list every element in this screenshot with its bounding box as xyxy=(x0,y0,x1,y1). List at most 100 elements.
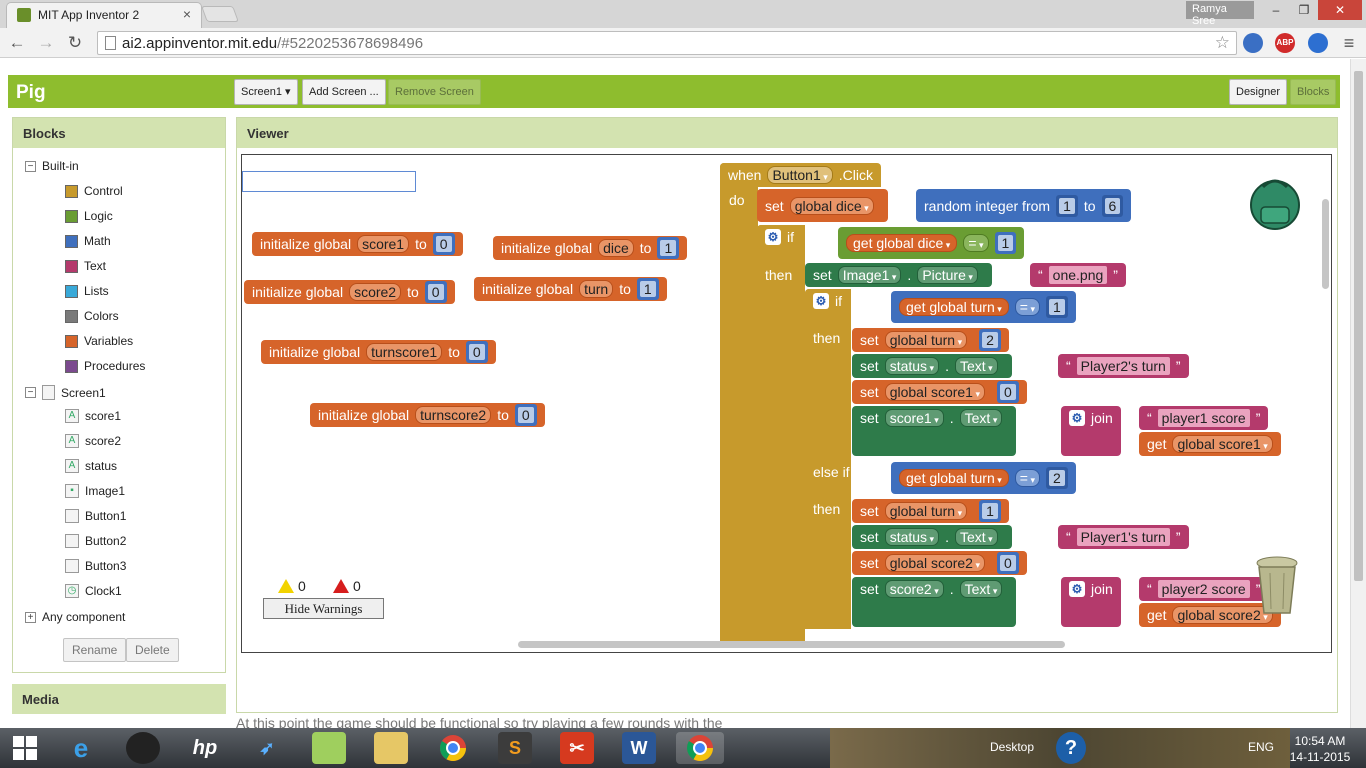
component-score1[interactable]: Ascore1 xyxy=(65,409,121,423)
file-explorer-icon[interactable] xyxy=(374,732,408,764)
hp-icon[interactable]: hp xyxy=(188,732,222,764)
set-global-turn-block-1[interactable]: setglobal turn2 xyxy=(852,328,1009,352)
builtin-text[interactable]: Text xyxy=(65,259,106,273)
input-language[interactable]: ENG xyxy=(1248,740,1274,754)
profile-name[interactable]: Ramya Sree xyxy=(1186,1,1254,27)
close-window-button[interactable]: ✕ xyxy=(1318,0,1362,20)
set-global-score2-block[interactable]: setglobal score20 xyxy=(852,551,1027,575)
help-icon[interactable]: ? xyxy=(1056,732,1086,764)
set-score1-text-block[interactable]: setscore1.Text xyxy=(852,406,1017,456)
text-player1-score-block[interactable]: “player1 score” xyxy=(1139,406,1269,430)
workspace-vertical-scrollbar[interactable] xyxy=(1322,199,1329,289)
init-global-score1[interactable]: initialize global score1 to 0 xyxy=(252,232,463,256)
chrome-icon[interactable] xyxy=(436,732,470,764)
rename-button[interactable]: Rename xyxy=(63,638,127,662)
backpack-icon[interactable] xyxy=(1247,173,1303,231)
builtin-logic[interactable]: Logic xyxy=(65,209,113,223)
collapse-icon[interactable]: − xyxy=(25,387,36,398)
minimize-button[interactable]: – xyxy=(1262,0,1290,20)
compare-turn-block-1[interactable]: get global turn = 1 xyxy=(891,291,1076,323)
set-image-picture-block[interactable]: setImage1.Picture xyxy=(805,263,992,287)
set-status-text-block-1[interactable]: setstatus.Text xyxy=(852,354,1012,378)
reload-icon[interactable]: ↻ xyxy=(64,32,86,54)
builtin-math[interactable]: Math xyxy=(65,234,111,248)
set-score2-text-block[interactable]: setscore2.Text xyxy=(852,577,1017,627)
init-global-turnscore2[interactable]: initialize global turnscore2 to 0 xyxy=(310,403,545,427)
join-block-2[interactable]: ⚙ join xyxy=(1061,577,1121,627)
browser-tab[interactable]: MIT App Inventor 2 × xyxy=(6,2,202,28)
chrome-profile-icon[interactable] xyxy=(676,732,724,764)
if-block[interactable]: ⚙ if xyxy=(757,225,802,249)
sublime-text-icon[interactable]: S xyxy=(498,732,532,764)
tab-close-icon[interactable]: × xyxy=(183,6,191,22)
chrome-menu-icon[interactable]: ≡ xyxy=(1338,32,1360,54)
internet-explorer-icon[interactable]: e xyxy=(64,732,98,764)
screen-select[interactable]: Screen1 ▾ xyxy=(234,79,298,105)
builtin-control[interactable]: Control xyxy=(65,184,123,198)
page-scrollbar-thumb[interactable] xyxy=(1354,71,1363,581)
component-status[interactable]: Astatus xyxy=(65,459,117,473)
hide-warnings-button[interactable]: Hide Warnings xyxy=(263,598,384,619)
rocket-app-icon[interactable]: ➶ xyxy=(250,732,284,764)
text-player2-turn-block[interactable]: “Player2's turn” xyxy=(1058,354,1189,378)
blocks-workspace[interactable]: initialize global score1 to 0 initialize gl… xyxy=(241,154,1332,653)
component-button1[interactable]: Button1 xyxy=(65,509,126,523)
word-icon[interactable]: W xyxy=(622,732,656,764)
text-one-png-block[interactable]: “one.png” xyxy=(1030,263,1126,287)
builtin-colors[interactable]: Colors xyxy=(65,309,119,323)
mutator-gear-icon[interactable]: ⚙ xyxy=(1069,410,1085,426)
add-screen-button[interactable]: Add Screen ... xyxy=(302,79,386,105)
init-global-score2[interactable]: initialize global score2 to 0 xyxy=(244,280,455,304)
when-button1-click-block[interactable]: when Button1 .Click xyxy=(720,163,881,187)
delete-button[interactable]: Delete xyxy=(126,638,179,662)
component-button2[interactable]: Button2 xyxy=(65,534,126,548)
component-clock1[interactable]: ◷ Clock1 xyxy=(65,584,122,598)
get-global-score1-block[interactable]: get global score1 xyxy=(1139,432,1281,456)
random-integer-block[interactable]: random integer from 1 to 6 xyxy=(916,189,1132,222)
workspace-search-input[interactable] xyxy=(242,171,416,192)
compare-turn-block-2[interactable]: get global turn = 2 xyxy=(891,462,1076,494)
tree-screen1[interactable]: − Screen1 xyxy=(25,385,106,400)
join-block-1[interactable]: ⚙ join xyxy=(1061,406,1121,456)
page-scrollbar[interactable] xyxy=(1350,59,1366,728)
init-global-turnscore1[interactable]: initialize global turnscore1 to 0 xyxy=(261,340,496,364)
tree-builtin[interactable]: − Built-in xyxy=(25,159,79,173)
workspace-horizontal-scrollbar[interactable] xyxy=(518,641,1065,648)
builtin-variables[interactable]: Variables xyxy=(65,334,133,348)
set-global-score1-block[interactable]: setglobal score10 xyxy=(852,380,1027,404)
notes-app-icon[interactable] xyxy=(312,732,346,764)
address-bar[interactable]: ai2.appinventor.mit.edu/#522025367869849… xyxy=(97,31,1237,55)
inner-if-block[interactable]: ⚙ if xyxy=(805,289,850,313)
bookmark-star-icon[interactable]: ☆ xyxy=(1215,33,1230,53)
maximize-button[interactable]: ❐ xyxy=(1290,0,1318,20)
builtin-lists[interactable]: Lists xyxy=(65,284,109,298)
system-clock[interactable]: 10:54 AM 14-11-2015 xyxy=(1288,733,1352,765)
init-global-turn[interactable]: initialize global turn to 1 xyxy=(474,277,667,301)
new-tab-button[interactable] xyxy=(201,6,239,22)
trash-icon[interactable] xyxy=(1254,555,1300,617)
blocks-button[interactable]: Blocks xyxy=(1290,79,1337,105)
media-app-icon[interactable] xyxy=(126,732,160,764)
compare-dice-block[interactable]: get global dice = 1 xyxy=(838,227,1025,259)
set-status-text-block-2[interactable]: setstatus.Text xyxy=(852,525,1012,549)
windows-start-icon[interactable] xyxy=(8,732,42,764)
remove-screen-button[interactable]: Remove Screen xyxy=(388,79,481,105)
component-image1[interactable]: ▪ Image1 xyxy=(65,484,125,498)
mutator-gear-icon[interactable]: ⚙ xyxy=(813,293,829,309)
desktop-toolbar[interactable]: Desktop xyxy=(990,740,1034,754)
tree-any-component[interactable]: + Any component xyxy=(25,610,125,624)
forward-icon[interactable]: → xyxy=(35,32,57,54)
expand-icon[interactable]: + xyxy=(25,611,36,623)
text-player1-turn-block[interactable]: “Player1's turn” xyxy=(1058,525,1189,549)
collapse-icon[interactable]: − xyxy=(25,160,36,172)
acrobat-icon[interactable]: ✂ xyxy=(560,732,594,764)
text-player2-score-block[interactable]: “player2 score” xyxy=(1139,577,1269,601)
init-global-dice[interactable]: initialize global dice to 1 xyxy=(493,236,688,260)
set-global-dice-block[interactable]: set global dice xyxy=(757,189,888,222)
back-icon[interactable]: ← xyxy=(6,32,28,54)
component-score2[interactable]: Ascore2 xyxy=(65,434,121,448)
mutator-gear-icon[interactable]: ⚙ xyxy=(765,229,781,245)
globe-extension-icon[interactable] xyxy=(1243,33,1263,53)
vpn-extension-icon[interactable] xyxy=(1308,33,1328,53)
set-global-turn-block-2[interactable]: setglobal turn1 xyxy=(852,499,1009,523)
